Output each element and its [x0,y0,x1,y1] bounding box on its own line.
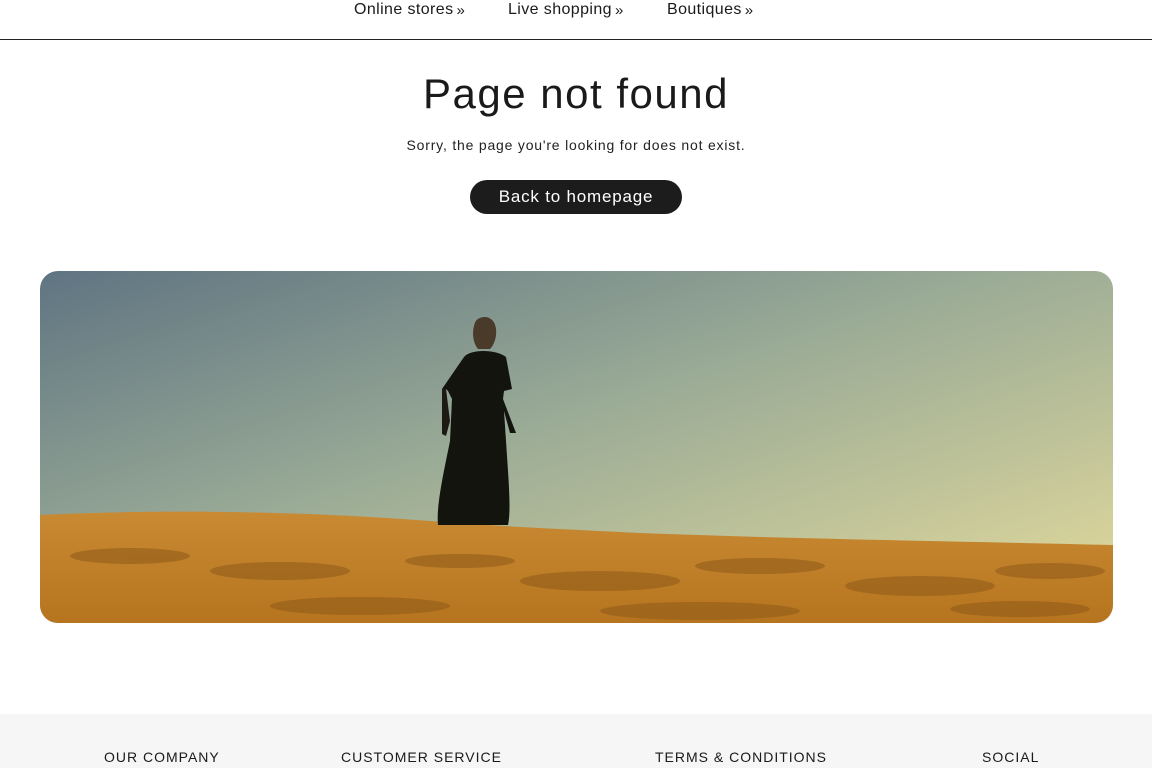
footer: OUR COMPANY CUSTOMER SERVICE TERMS & CON… [0,714,1152,768]
desert-woman-photo [40,271,1113,623]
nav-boutiques[interactable]: Boutiques» [667,0,754,22]
footer-terms-conditions[interactable]: TERMS & CONDITIONS [655,749,827,765]
nav-online-stores[interactable]: Online stores» [354,0,465,22]
double-chevron-right-icon: » [456,2,466,19]
footer-customer-service[interactable]: CUSTOMER SERVICE [341,749,502,765]
back-to-homepage-button[interactable]: Back to homepage [470,180,682,214]
page-title: Page not found [423,70,729,117]
nav-live-shopping-label: Live shopping [508,1,612,18]
double-chevron-right-icon: » [744,2,754,19]
double-chevron-right-icon: » [614,2,624,19]
hero-image [40,271,1113,623]
footer-social[interactable]: SOCIAL [982,749,1039,765]
top-navigation: Online stores» Live shopping» Boutiques» [0,0,1152,40]
nav-live-shopping[interactable]: Live shopping» [508,0,624,22]
nav-online-stores-label: Online stores [354,1,454,18]
error-message: Sorry, the page you're looking for does … [406,137,746,153]
footer-our-company[interactable]: OUR COMPANY [104,749,220,765]
nav-boutiques-label: Boutiques [667,1,742,18]
